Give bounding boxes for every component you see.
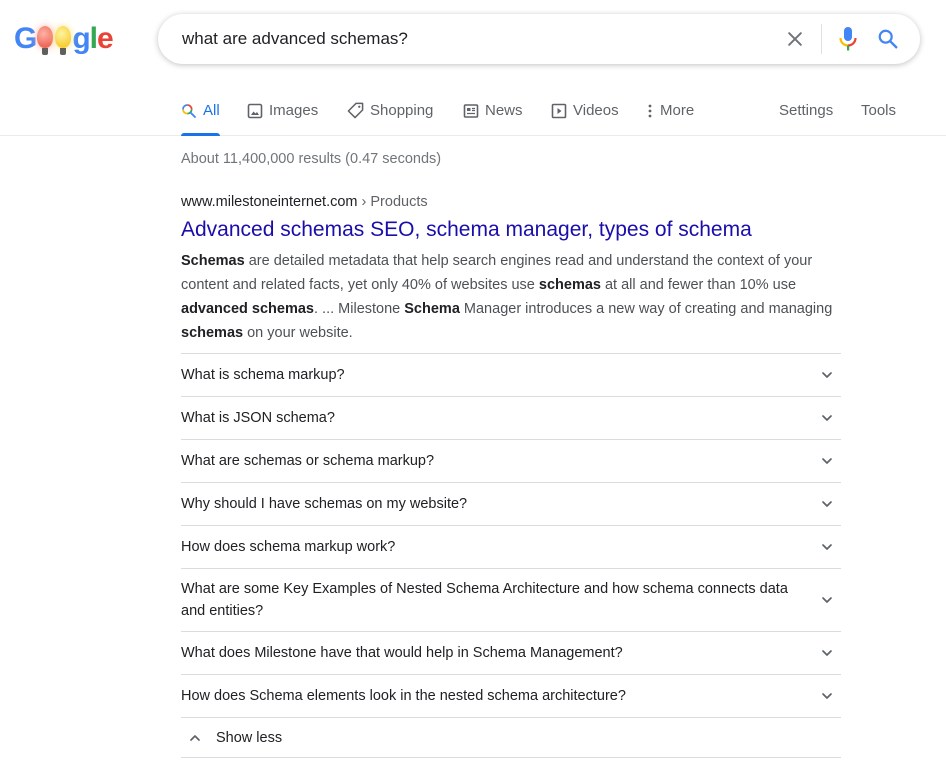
chevron-down-icon[interactable] bbox=[815, 641, 839, 665]
faq-item[interactable]: What is JSON schema? bbox=[181, 397, 841, 440]
chevron-down-icon[interactable] bbox=[815, 588, 839, 612]
chevron-down-icon[interactable] bbox=[815, 449, 839, 473]
snippet-highlight: advanced schemas bbox=[181, 301, 314, 317]
google-logo[interactable]: G g l e bbox=[14, 22, 114, 56]
snippet-text: on your website. bbox=[243, 325, 353, 341]
show-less-label: Show less bbox=[216, 729, 283, 746]
chevron-down-icon[interactable] bbox=[815, 684, 839, 708]
chevron-down-icon[interactable] bbox=[815, 363, 839, 387]
result-stats: About 11,400,000 results (0.47 seconds) bbox=[181, 151, 442, 167]
tab-label: More bbox=[660, 102, 695, 119]
faq-question: How does schema markup work? bbox=[181, 539, 396, 555]
search-divider bbox=[821, 24, 822, 54]
tab-images[interactable]: Images bbox=[247, 86, 318, 135]
faq-item[interactable]: How does schema markup work? bbox=[181, 526, 841, 569]
faq-question: Why should I have schemas on my website? bbox=[181, 496, 468, 512]
more-vert-icon bbox=[648, 104, 652, 117]
tab-shopping[interactable]: Shopping bbox=[347, 86, 433, 135]
faq-question: What are some Key Examples of Nested Sch… bbox=[181, 581, 788, 619]
clear-search-button[interactable] bbox=[775, 19, 815, 59]
light-bulb-red-icon bbox=[37, 26, 54, 55]
snippet-highlight: schemas bbox=[538, 277, 601, 293]
tab-more[interactable]: More bbox=[646, 86, 694, 135]
tab-news[interactable]: News bbox=[463, 86, 523, 135]
chevron-down-icon[interactable] bbox=[815, 535, 839, 559]
chevron-down-icon[interactable] bbox=[815, 492, 839, 516]
play-icon bbox=[551, 103, 567, 118]
settings-label: Settings bbox=[779, 102, 834, 119]
chevron-down-icon[interactable] bbox=[815, 406, 839, 430]
tab-label: News bbox=[485, 102, 523, 119]
logo-letter-g2: g bbox=[72, 22, 90, 55]
close-icon bbox=[788, 32, 802, 46]
show-less-button[interactable]: Show less bbox=[181, 718, 841, 758]
faq-question: What is schema markup? bbox=[181, 367, 345, 383]
faq-item[interactable]: What is schema markup? bbox=[181, 354, 841, 397]
microphone-icon bbox=[839, 27, 857, 51]
logo-letter-l: l bbox=[89, 22, 98, 55]
settings-link[interactable]: Settings bbox=[779, 86, 833, 135]
snippet-highlight: Schema bbox=[404, 301, 460, 317]
search-tabs: All Images Shopping News Videos More Set… bbox=[0, 86, 946, 136]
snippet-highlight: Schemas bbox=[181, 253, 245, 269]
result-snippet: Schemas are detailed metadata that help … bbox=[181, 249, 841, 345]
newspaper-icon bbox=[463, 103, 479, 118]
faq-item[interactable]: What does Milestone have that would help… bbox=[181, 632, 841, 675]
tab-videos[interactable]: Videos bbox=[551, 86, 619, 135]
faq-question: What is JSON schema? bbox=[181, 410, 335, 426]
tab-label: Videos bbox=[573, 102, 619, 119]
snippet-highlight: schemas bbox=[181, 325, 244, 341]
result-domain: www.milestoneinternet.com bbox=[181, 194, 358, 210]
search-icon bbox=[182, 103, 196, 118]
tab-label: Shopping bbox=[370, 102, 434, 119]
tools-label: Tools bbox=[861, 102, 897, 119]
snippet-text: at all and fewer than 10% use bbox=[600, 277, 797, 293]
voice-search-button[interactable] bbox=[828, 19, 868, 59]
tab-label: All bbox=[203, 102, 220, 119]
faq-question: What does Milestone have that would help… bbox=[181, 645, 623, 661]
image-icon bbox=[247, 103, 263, 118]
result-url[interactable]: www.milestoneinternet.com › Products bbox=[181, 192, 841, 212]
search-input[interactable] bbox=[182, 29, 762, 49]
faq-item[interactable]: How does Schema elements look in the nes… bbox=[181, 675, 841, 718]
tab-all[interactable]: All bbox=[181, 86, 220, 136]
light-bulb-yellow-icon bbox=[55, 26, 72, 55]
search-icon bbox=[878, 29, 898, 49]
search-result: www.milestoneinternet.com › Products Adv… bbox=[181, 192, 841, 345]
faq-list: What is schema markup? What is JSON schem… bbox=[181, 353, 841, 758]
search-box bbox=[158, 14, 920, 64]
faq-item[interactable]: What are some Key Examples of Nested Sch… bbox=[181, 569, 841, 632]
logo-letter-g: G bbox=[14, 22, 37, 55]
result-breadcrumb: › Products bbox=[357, 194, 428, 210]
faq-question: How does Schema elements look in the nes… bbox=[181, 688, 626, 704]
search-button[interactable] bbox=[868, 19, 908, 59]
faq-item[interactable]: Why should I have schemas on my website? bbox=[181, 483, 841, 526]
faq-item[interactable]: What are schemas or schema markup? bbox=[181, 440, 841, 483]
logo-letter-e: e bbox=[97, 22, 114, 55]
snippet-text: . ... Milestone bbox=[314, 301, 405, 317]
faq-question: What are schemas or schema markup? bbox=[181, 453, 435, 469]
snippet-text: Manager introduces a new way of creating… bbox=[459, 301, 833, 317]
result-title-link[interactable]: Advanced schemas SEO, schema manager, ty… bbox=[181, 216, 841, 244]
tools-link[interactable]: Tools bbox=[861, 86, 896, 135]
tag-icon bbox=[347, 102, 364, 119]
chevron-up-icon bbox=[183, 726, 207, 750]
tab-label: Images bbox=[269, 102, 319, 119]
